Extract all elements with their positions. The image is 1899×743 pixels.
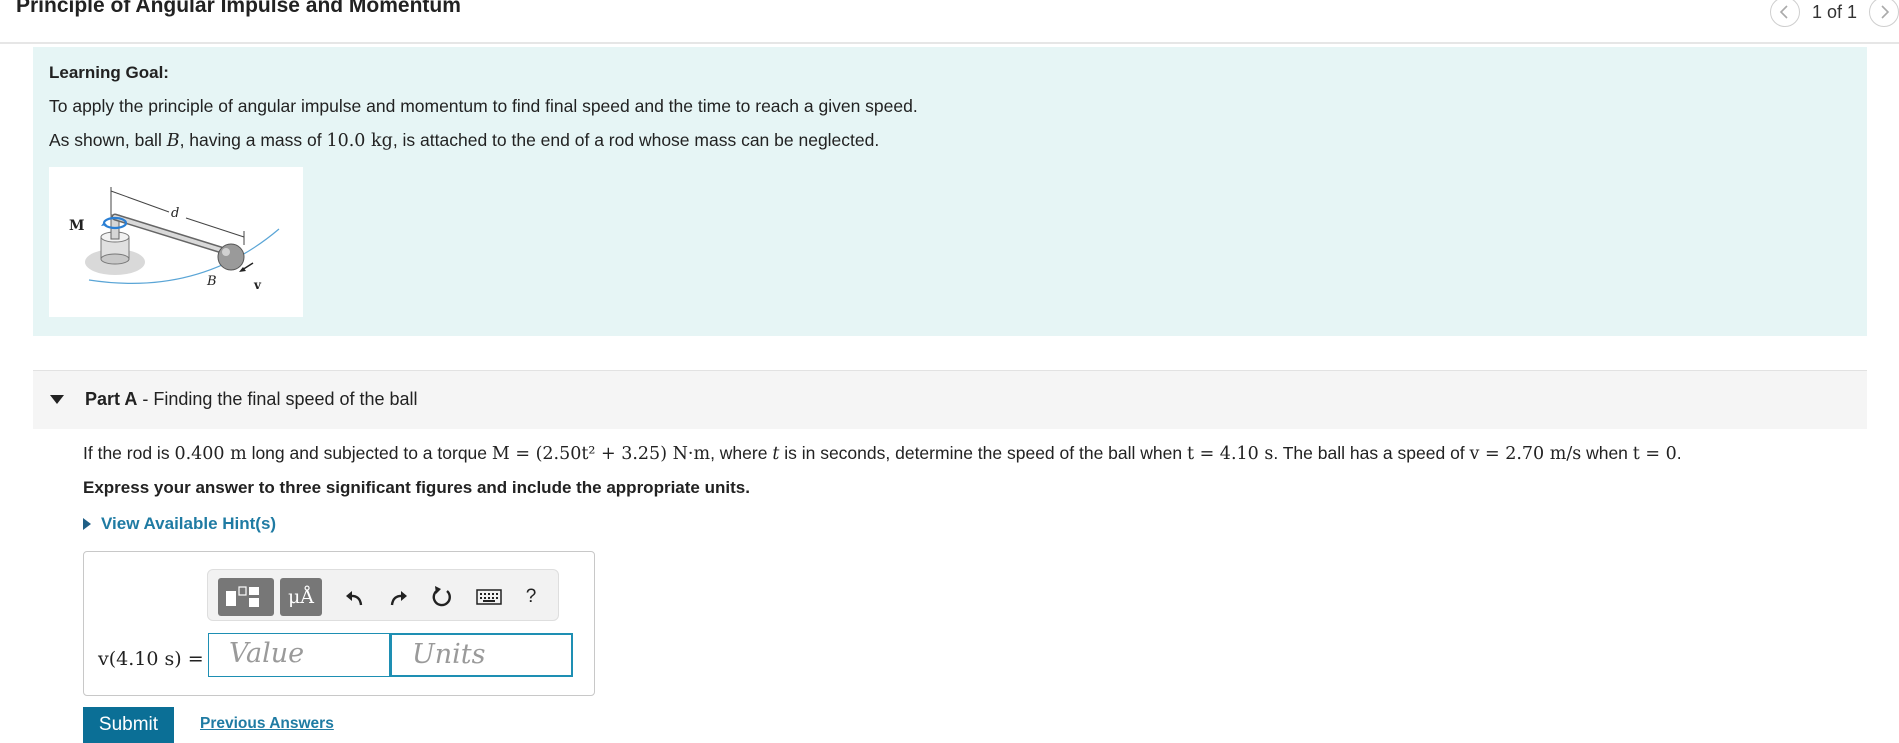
learning-goal-label: Learning Goal: <box>49 63 169 82</box>
reset-icon <box>432 586 451 607</box>
ball-mass: 10.0 kg <box>326 131 393 151</box>
chevron-right-icon <box>1881 5 1890 19</box>
value-input[interactable]: Value <box>208 633 390 677</box>
view-hints-label: View Available Hint(s) <box>101 514 277 533</box>
svg-text:d: d <box>171 206 179 221</box>
answer-box: μÅ ? v(4.10 s) = Value Units <box>83 551 595 696</box>
pager-count: 1 of 1 <box>1811 1 1857 22</box>
svg-text:M: M <box>69 218 85 234</box>
pager: 1 of 1 <box>1769 0 1899 30</box>
view-hints-link[interactable]: View Available Hint(s) <box>83 514 276 534</box>
keyboard-icon <box>476 589 502 605</box>
answer-label: v(4.10 s) = <box>98 648 204 670</box>
redo-button[interactable] <box>383 583 413 611</box>
redo-icon <box>390 591 407 606</box>
answer-instruction: Express your answer to three significant… <box>83 478 750 497</box>
units-input[interactable]: Units <box>390 633 573 677</box>
page-title: Principle of Angular Impulse and Momentu… <box>16 0 461 17</box>
undo-button[interactable] <box>340 583 370 611</box>
rod-ball-diagram: d M B v <box>69 187 280 292</box>
part-a-header[interactable]: Part A - Finding the final speed of the … <box>33 370 1867 429</box>
collapse-triangle-icon[interactable] <box>50 395 64 404</box>
learning-goal-panel: Learning Goal: To apply the principle of… <box>33 47 1867 336</box>
page-header: Principle of Angular Impulse and Momentu… <box>0 0 1899 44</box>
submit-button[interactable]: Submit <box>83 707 174 743</box>
previous-answers-link[interactable]: Previous Answers <box>200 715 334 733</box>
templates-button[interactable] <box>218 578 274 616</box>
help-button[interactable]: ? <box>516 583 546 611</box>
part-a-title: Part A - Finding the final speed of the … <box>85 389 418 409</box>
next-button[interactable] <box>1869 0 1899 27</box>
reset-button[interactable] <box>427 583 457 611</box>
units-button[interactable]: μÅ <box>280 578 322 616</box>
svg-text:B: B <box>206 274 217 289</box>
problem-figure: d M B v <box>49 167 303 317</box>
equation-toolbar: μÅ ? <box>207 569 559 621</box>
units-icon: μÅ <box>287 586 315 608</box>
ball-label: B <box>166 131 180 151</box>
prev-button[interactable] <box>1769 0 1800 27</box>
question-text: If the rod is 0.400 m long and subjected… <box>83 443 1682 464</box>
learning-goal-description: As shown, ball B, having a mass of 10.0 … <box>49 130 880 151</box>
expand-triangle-icon <box>83 518 91 530</box>
templates-icon <box>226 586 259 607</box>
learning-goal-text: To apply the principle of angular impuls… <box>49 96 918 116</box>
keyboard-button[interactable] <box>474 583 504 611</box>
chevron-left-icon <box>1779 5 1788 19</box>
help-icon: ? <box>525 586 537 607</box>
undo-icon <box>346 591 363 606</box>
svg-text:v: v <box>253 278 262 292</box>
